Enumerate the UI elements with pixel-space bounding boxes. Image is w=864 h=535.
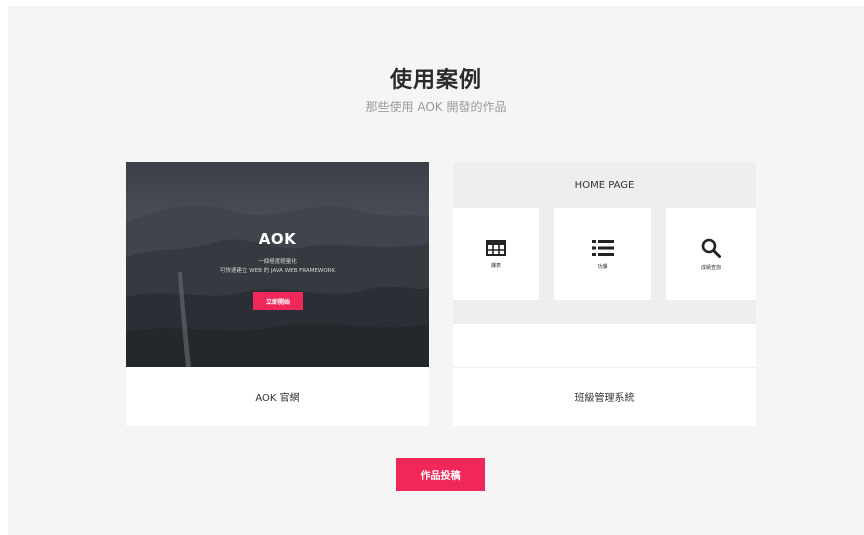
tile-label: 功課	[597, 263, 608, 270]
case-card-aok-website[interactable]: AOK 一個極度輕量化 可快速建立 WEB 的 JAVA WEB FRAMEWO…	[126, 162, 429, 426]
tile-timetable[interactable]: 課表	[453, 208, 539, 300]
tile-homework[interactable]: 功課	[554, 208, 651, 300]
class-management-preview: HOME PAGE 課表 功課 成績查詢	[453, 162, 756, 367]
tile-grades[interactable]: 成績查詢	[666, 208, 756, 300]
preview-content-area	[453, 324, 756, 367]
tile-label: 課表	[490, 262, 501, 269]
tile-label: 成績查詢	[700, 264, 721, 271]
table-icon	[486, 239, 506, 256]
hero-tagline-1: 一個極度輕量化	[258, 259, 297, 265]
hero-title: AOK	[258, 230, 297, 248]
home-page-tiles: 課表 功課 成績查詢	[453, 208, 756, 300]
hero-tagline-2: 可快速建立 WEB 的 JAVA WEB FRAMEWORK	[219, 268, 336, 274]
search-icon	[701, 238, 721, 258]
use-cases-section: 使用案例 那些使用 AOK 開發的作品 AOK 一個極度輕量化 可快速建立 WE…	[8, 6, 864, 535]
section-subtitle: 那些使用 AOK 開發的作品	[365, 100, 507, 114]
aok-hero-preview: AOK 一個極度輕量化 可快速建立 WEB 的 JAVA WEB FRAMEWO…	[126, 162, 429, 367]
list-icon	[591, 239, 614, 256]
case-card-label[interactable]: AOK 官網	[126, 367, 429, 426]
section-title: 使用案例	[389, 68, 482, 93]
case-card-label[interactable]: 班級管理系統	[453, 367, 756, 426]
home-page-header: HOME PAGE	[453, 162, 756, 208]
submit-work-button[interactable]: 作品投稿	[396, 458, 485, 491]
hero-start-button[interactable]: 立即開始	[253, 292, 303, 310]
case-card-class-management[interactable]: HOME PAGE 課表 功課 成績查詢 班級管理系統	[453, 162, 756, 426]
preview-gray-strip	[453, 300, 756, 324]
